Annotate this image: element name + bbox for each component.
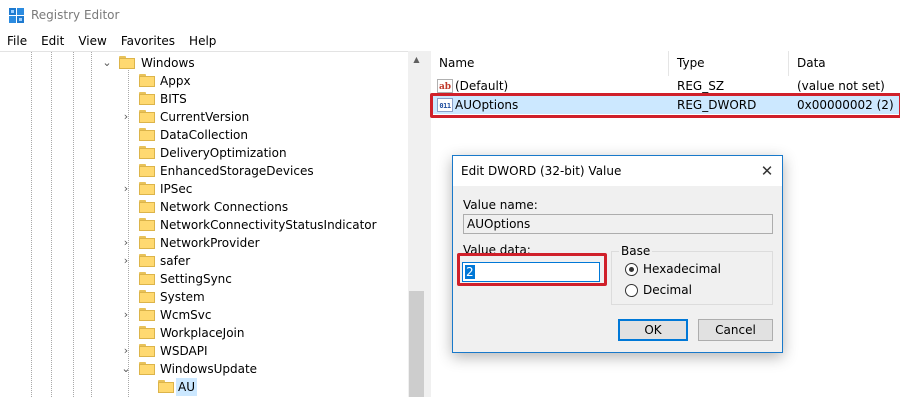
chevron-right-icon[interactable]: ›: [120, 252, 132, 270]
tree-item-label: CurrentVersion: [160, 110, 250, 124]
tree-item-wcmsvc[interactable]: › WcmSvc: [0, 306, 408, 324]
tree-item-windows[interactable]: ⌄ Windows: [0, 54, 408, 72]
tree-item-label: DataCollection: [160, 128, 249, 142]
tree-item-label: SettingSync: [160, 272, 232, 286]
tree-item-label: Windows: [141, 56, 195, 70]
tree-item-networkconnectivitystatusindicator[interactable]: NetworkConnectivityStatusIndicator: [0, 216, 408, 234]
tree-item-label: Network Connections: [160, 200, 289, 214]
scroll-up-arrow-icon[interactable]: ▲: [408, 51, 425, 68]
tree-item-appx[interactable]: Appx: [0, 72, 408, 90]
tree-item-label: WSDAPI: [160, 344, 208, 358]
tree-item-label: NetworkProvider: [160, 236, 260, 250]
folder-icon: [139, 344, 155, 357]
hexadecimal-label[interactable]: Hexadecimal: [643, 262, 721, 276]
folder-icon: [139, 218, 155, 231]
folder-icon: [139, 290, 155, 303]
chevron-right-icon[interactable]: ›: [120, 180, 132, 198]
ok-button[interactable]: OK: [618, 319, 688, 341]
hexadecimal-radio[interactable]: [625, 263, 638, 276]
folder-icon: [119, 56, 135, 69]
tree-item-windowsupdate[interactable]: ⌄ WindowsUpdate: [0, 360, 408, 378]
decimal-radio[interactable]: [625, 284, 638, 297]
tree-item-label: Appx: [160, 74, 191, 88]
folder-icon: [158, 380, 174, 393]
chevron-right-icon[interactable]: ›: [120, 234, 132, 252]
folder-icon: [139, 326, 155, 339]
menu-view[interactable]: View: [71, 34, 113, 48]
tree-item-system[interactable]: System: [0, 288, 408, 306]
folder-icon: [139, 362, 155, 375]
base-group: [611, 251, 773, 305]
chevron-right-icon[interactable]: ›: [120, 108, 132, 126]
title-bar: Registry Editor: [0, 0, 900, 31]
tree-item-au[interactable]: AU: [0, 378, 408, 396]
registry-editor-icon: [9, 8, 24, 23]
tree-item-label: WcmSvc: [160, 308, 212, 322]
tree-item-safer[interactable]: › safer: [0, 252, 408, 270]
tree-item-currentversion[interactable]: › CurrentVersion: [0, 108, 408, 126]
tree-item-networkprovider[interactable]: › NetworkProvider: [0, 234, 408, 252]
chevron-right-icon[interactable]: ›: [120, 306, 132, 324]
column-header-type[interactable]: Type: [669, 51, 789, 76]
dialog-title-bar: Edit DWORD (32-bit) Value ✕: [453, 156, 782, 186]
folder-icon: [139, 308, 155, 321]
window-title: Registry Editor: [31, 8, 120, 22]
dialog-title: Edit DWORD (32-bit) Value: [461, 164, 622, 178]
folder-icon: [139, 92, 155, 105]
tree-scrollbar[interactable]: ▲: [408, 51, 425, 397]
folder-icon: [139, 272, 155, 285]
tree-item-ipsec[interactable]: › IPSec: [0, 180, 408, 198]
tree-item-label: AU: [176, 378, 197, 396]
tree-item-datacollection[interactable]: DataCollection: [0, 126, 408, 144]
folder-icon: [139, 128, 155, 141]
folder-icon: [139, 110, 155, 123]
tree-item-settingsync[interactable]: SettingSync: [0, 270, 408, 288]
tree-item-enhancedstoragedevices[interactable]: EnhancedStorageDevices: [0, 162, 408, 180]
folder-icon: [139, 146, 155, 159]
tree-item-label: NetworkConnectivityStatusIndicator: [160, 218, 377, 232]
folder-icon: [139, 254, 155, 267]
value-name-field: AUOptions: [463, 214, 773, 234]
decimal-label[interactable]: Decimal: [643, 283, 692, 297]
menu-edit[interactable]: Edit: [34, 34, 71, 48]
column-header-name[interactable]: Name: [431, 51, 669, 76]
tree-item-label: safer: [160, 254, 191, 268]
menu-favorites[interactable]: Favorites: [114, 34, 182, 48]
chevron-down-icon[interactable]: ⌄: [120, 360, 132, 378]
folder-icon: [139, 200, 155, 213]
folder-icon: [139, 182, 155, 195]
registry-tree[interactable]: ⌄ Windows Appx BITS › CurrentVersion DataCol…: [0, 51, 425, 397]
menu-help[interactable]: Help: [182, 34, 223, 48]
tree-item-label: EnhancedStorageDevices: [160, 164, 314, 178]
scroll-thumb[interactable]: [409, 291, 424, 397]
tree-item-workplacejoin[interactable]: WorkplaceJoin: [0, 324, 408, 342]
tree-item-bits[interactable]: BITS: [0, 90, 408, 108]
cancel-button[interactable]: Cancel: [698, 319, 773, 341]
folder-icon: [139, 74, 155, 87]
tree-item-label: DeliveryOptimization: [160, 146, 287, 160]
close-icon[interactable]: ✕: [752, 156, 782, 186]
tree-item-network-connections[interactable]: Network Connections: [0, 198, 408, 216]
tree-item-label: BITS: [160, 92, 187, 106]
chevron-down-icon[interactable]: ⌄: [101, 54, 113, 72]
folder-icon: [139, 164, 155, 177]
radio-selected-dot: [629, 267, 634, 272]
folder-icon: [139, 236, 155, 249]
tree-item-deliveryoptimization[interactable]: DeliveryOptimization: [0, 144, 408, 162]
string-value-icon: ab: [437, 79, 453, 93]
chevron-right-icon[interactable]: ›: [120, 342, 132, 360]
tree-item-label: System: [160, 290, 205, 304]
menu-file[interactable]: File: [0, 34, 34, 48]
menu-bar: File Edit View Favorites Help: [0, 31, 900, 51]
annotation-highlight: [430, 93, 900, 118]
tree-item-label: WorkplaceJoin: [160, 326, 245, 340]
tree-item-label: IPSec: [160, 182, 193, 196]
tree-item-label: WindowsUpdate: [160, 362, 258, 376]
base-group-label: Base: [619, 244, 653, 258]
tree-item-wsdapi[interactable]: › WSDAPI: [0, 342, 408, 360]
annotation-highlight: [457, 253, 607, 286]
value-name-label: Value name:: [463, 198, 538, 212]
column-header-data[interactable]: Data: [789, 51, 900, 76]
